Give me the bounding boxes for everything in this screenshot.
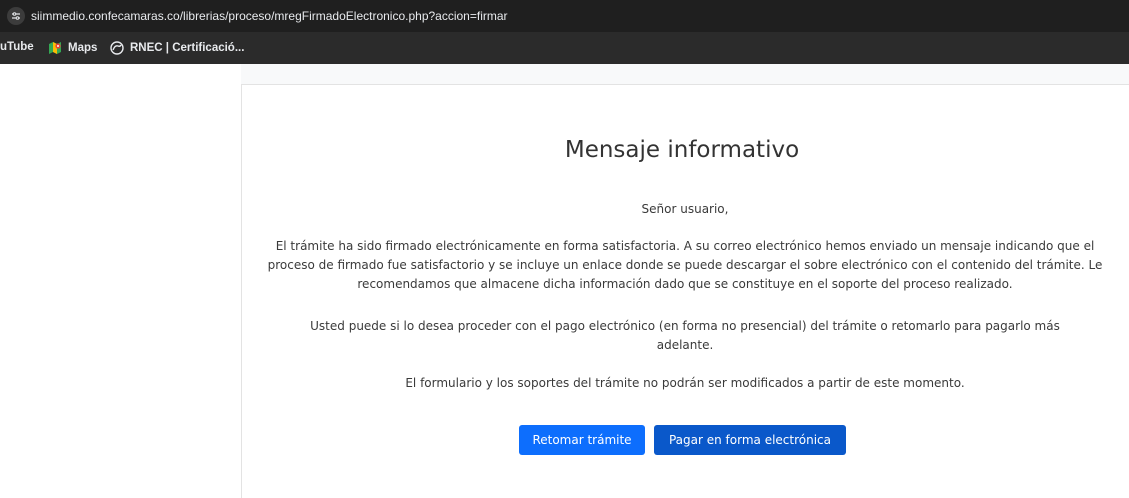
greeting-text: Señor usuario,	[641, 202, 729, 216]
info-card: Mensaje informativo Señor usuario, El tr…	[241, 84, 1129, 498]
page-title: Mensaje informativo	[564, 137, 800, 163]
top-strip	[241, 64, 1129, 84]
maps-icon	[48, 41, 62, 55]
bookmark-rnec[interactable]: RNEC | Certificació...	[110, 41, 244, 55]
address-bar: siimmedio.confecamaras.co/librerias/proc…	[0, 0, 1129, 32]
signed-message-paragraph: El trámite ha sido firmado electrónicame…	[267, 239, 1103, 291]
retomar-tramite-button[interactable]: Retomar trámite	[519, 425, 645, 455]
site-info-button[interactable]	[7, 7, 25, 25]
no-modification-notice: El formulario y los soportes del trámite…	[405, 376, 965, 390]
pagar-electronico-button[interactable]: Pagar en forma electrónica	[654, 425, 846, 455]
bookmark-label: RNEC | Certificació...	[130, 42, 245, 54]
bookmarks-bar: uTube Maps RNEC | Certificació...	[0, 32, 1129, 64]
payment-option-paragraph: Usted puede si lo desea proceder con el …	[310, 319, 1060, 352]
tune-icon	[12, 12, 20, 20]
bookmark-maps[interactable]: Maps	[48, 41, 97, 55]
globe-icon	[110, 41, 124, 55]
bookmark-youtube[interactable]: uTube	[0, 41, 34, 53]
bookmark-label: Maps	[68, 42, 98, 54]
url-text[interactable]: siimmedio.confecamaras.co/librerias/proc…	[31, 9, 508, 23]
bookmark-label: uTube	[0, 41, 34, 53]
